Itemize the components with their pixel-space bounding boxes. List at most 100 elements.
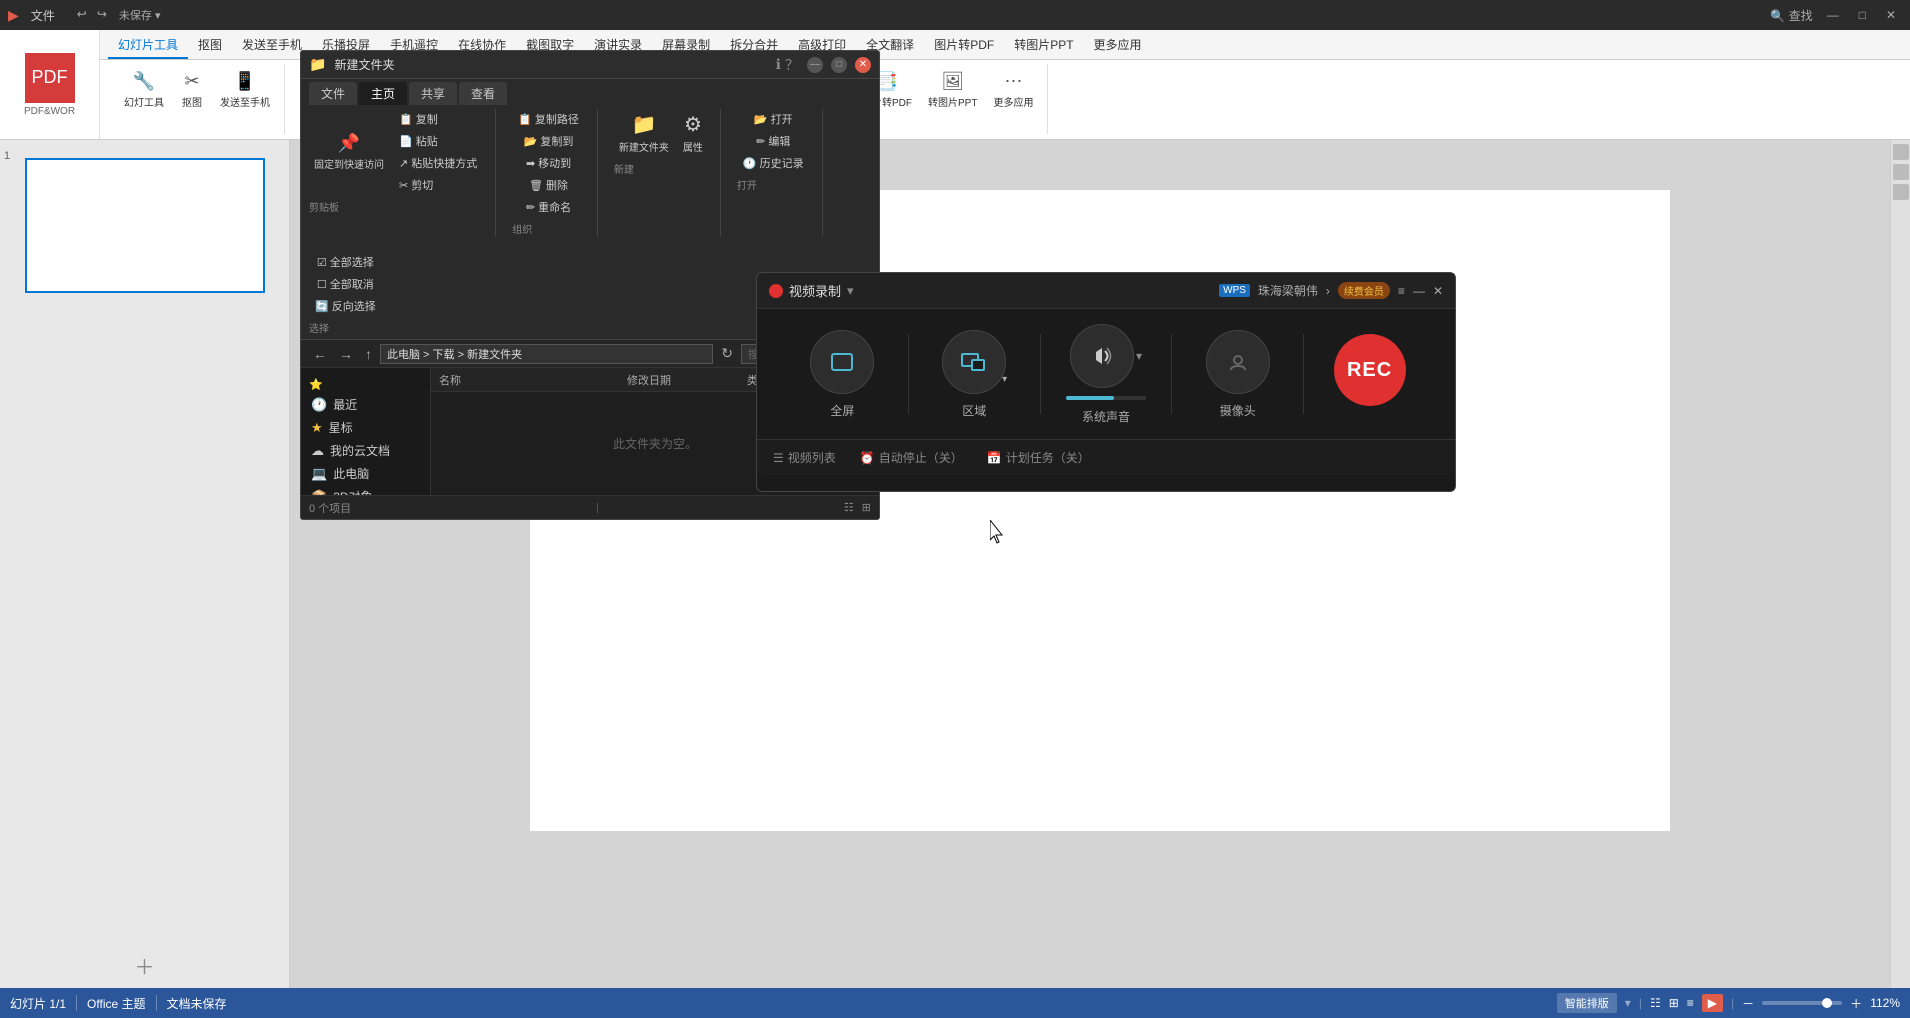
save-btn-top[interactable]: 未保存 ▾: [113, 4, 167, 26]
vr-vip-label[interactable]: 续费会员: [1338, 282, 1390, 299]
fe-forward-btn[interactable]: →: [335, 344, 357, 364]
fe-nav-recent[interactable]: 🕐 最近: [301, 393, 430, 416]
fe-copy-to-btn[interactable]: 📂复制到: [518, 131, 580, 151]
fe-group-clipboard: 📌 固定到快速访问 📋复制 📄粘贴 ↗粘贴快捷方式: [309, 109, 496, 236]
fe-nav-starred[interactable]: ★ 星标: [301, 416, 430, 439]
fe-address-input[interactable]: 此电脑 > 下载 > 新建文件夹: [380, 344, 713, 364]
search-top[interactable]: 🔍 查找: [1770, 7, 1812, 24]
vr-minimize-btn[interactable]: —: [1413, 284, 1425, 298]
fe-details-view[interactable]: ☷: [844, 501, 854, 514]
fe-help-btn[interactable]: ？: [785, 55, 799, 75]
fe-new-folder-btn[interactable]: 📁 新建文件夹: [614, 109, 674, 157]
vr-auto-stop-btn[interactable]: ⏰ 自动停止（关）: [860, 449, 963, 466]
smart-layout-btn[interactable]: 智能排版: [1557, 993, 1617, 1013]
vr-menu-btn[interactable]: ≡: [1398, 284, 1405, 298]
fe-delete-btn[interactable]: 🗑删除: [523, 175, 574, 195]
redo-btn[interactable]: ↪: [93, 4, 111, 26]
fe-tab-home[interactable]: 主页: [359, 82, 407, 105]
details-view-btn[interactable]: ☷: [1650, 996, 1661, 1010]
zoom-out-btn[interactable]: －: [1742, 995, 1754, 1012]
zoom-indicator: [1822, 998, 1832, 1008]
rs-btn-1[interactable]: [1893, 144, 1909, 160]
vr-controls: 全屏 ▾ 区域: [757, 309, 1455, 439]
divider-view: |: [1639, 996, 1642, 1010]
fe-refresh-btn[interactable]: ↻: [717, 343, 737, 364]
btn-cutout[interactable]: ✂抠图: [174, 68, 210, 112]
rtab-more[interactable]: 更多应用: [1084, 32, 1152, 59]
zoom-slider[interactable]: [1762, 1001, 1842, 1005]
rtab-img-pdf[interactable]: 图片转PDF: [924, 32, 1004, 59]
fe-deselect-btn[interactable]: ☐全部取消: [311, 274, 380, 294]
fe-paste-shortcut-btn[interactable]: ↗粘贴快捷方式: [393, 153, 483, 173]
btn-more[interactable]: ⋯更多应用: [987, 68, 1039, 112]
fe-invert-btn[interactable]: 🔄反向选择: [309, 296, 382, 316]
grid-view-btn[interactable]: ⊞: [1669, 996, 1679, 1010]
fe-tab-view[interactable]: 查看: [459, 82, 507, 105]
fe-copy-path-btn[interactable]: 📋复制路径: [512, 109, 585, 129]
vr-title: 视频录制 ▾: [769, 281, 854, 300]
fe-nav-pc[interactable]: 💻 此电脑: [301, 462, 430, 485]
vr-rec-button[interactable]: REC: [1334, 334, 1406, 406]
col-name[interactable]: 名称: [431, 372, 619, 388]
fe-pin-btn[interactable]: 📌 固定到快速访问: [309, 130, 389, 174]
vr-camera-control: 摄像头: [1172, 330, 1303, 419]
fe-edit-btn[interactable]: ✏编辑: [750, 131, 796, 151]
fe-history-btn[interactable]: 🕐历史记录: [737, 153, 810, 173]
btn-img-ppt[interactable]: 🖼转图片PPT: [922, 68, 983, 112]
menu-file[interactable]: 文件: [23, 4, 63, 27]
fe-close[interactable]: ✕: [855, 57, 871, 73]
fe-tab-share[interactable]: 共享: [409, 82, 457, 105]
vr-region-btn[interactable]: ▾: [942, 330, 1006, 394]
zoom-in-btn[interactable]: ＋: [1850, 995, 1862, 1012]
rs-btn-2[interactable]: [1893, 164, 1909, 180]
fe-tab-file[interactable]: 文件: [309, 82, 357, 105]
fe-up-btn[interactable]: ↑: [361, 344, 376, 364]
theme-label[interactable]: Office 主题: [87, 995, 145, 1012]
fe-move-to-btn[interactable]: ➡移动到: [520, 153, 577, 173]
vr-user-arrow[interactable]: ›: [1326, 284, 1330, 298]
vr-rec-control: REC: [1304, 334, 1435, 414]
rs-btn-3[interactable]: [1893, 184, 1909, 200]
fe-info-btn[interactable]: ℹ: [776, 56, 781, 73]
fe-large-icons-view[interactable]: ⊞: [862, 501, 871, 514]
fe-nav-3d[interactable]: 📦 3D对象: [301, 485, 430, 495]
vr-camera-btn[interactable]: [1206, 330, 1270, 394]
vr-video-list-btn[interactable]: ☰ 视频列表: [773, 449, 836, 466]
outline-view-btn[interactable]: ≡: [1687, 996, 1694, 1010]
vr-fullscreen-btn[interactable]: [810, 330, 874, 394]
fe-select-all-btn[interactable]: ☑全部选择: [311, 252, 380, 272]
fe-copy-btn[interactable]: 📋复制: [393, 109, 483, 129]
slide-number: 1: [4, 150, 10, 162]
fe-back-btn[interactable]: ←: [309, 344, 331, 364]
doc-save-status[interactable]: 文档未保存: [167, 995, 227, 1012]
fe-paste-btn[interactable]: 📄粘贴: [393, 131, 483, 151]
btn-tools[interactable]: 🔧幻灯工具: [118, 68, 170, 112]
slide-thumbnail[interactable]: [25, 158, 265, 293]
close-btn[interactable]: ✕: [1880, 8, 1902, 22]
fe-rename-btn[interactable]: ✏重命名: [520, 197, 577, 217]
fe-nav-cloud[interactable]: ☁ 我的云文档: [301, 439, 430, 462]
vr-username: 珠海梁朝伟: [1258, 282, 1318, 299]
vr-title-arrow[interactable]: ▾: [847, 283, 854, 299]
vr-audio-arrow[interactable]: ▾: [1136, 349, 1142, 363]
fe-maximize[interactable]: □: [831, 57, 847, 73]
btn-send-phone[interactable]: 📱发送至手机: [214, 68, 276, 112]
fe-cut-btn[interactable]: ✂剪切: [393, 175, 483, 195]
fe-open-btn[interactable]: 📂打开: [748, 109, 799, 129]
minimize-btn[interactable]: —: [1821, 8, 1845, 22]
vr-scheduled-btn[interactable]: 📅 计划任务（关）: [987, 449, 1090, 466]
fe-properties-btn[interactable]: ⚙ 属性: [678, 109, 708, 157]
vr-close-btn[interactable]: ✕: [1433, 284, 1443, 298]
undo-btn[interactable]: ↩: [73, 4, 91, 26]
rtab-cutout[interactable]: 抠图: [188, 32, 232, 59]
fe-group-new: 📁 新建文件夹 ⚙ 属性 新建: [614, 109, 721, 236]
fe-tabs: 文件 主页 共享 查看: [301, 79, 879, 105]
rtab-slide-tools[interactable]: 幻灯片工具: [108, 32, 188, 59]
present-btn[interactable]: ▶: [1702, 994, 1723, 1012]
fe-minimize[interactable]: —: [807, 57, 823, 73]
maximize-btn[interactable]: □: [1853, 8, 1872, 22]
col-date[interactable]: 修改日期: [619, 372, 739, 388]
add-slide-btn[interactable]: ＋: [135, 957, 155, 979]
rtab-img-ppt[interactable]: 转图片PPT: [1004, 32, 1083, 59]
vr-audio-btn[interactable]: [1070, 324, 1134, 388]
